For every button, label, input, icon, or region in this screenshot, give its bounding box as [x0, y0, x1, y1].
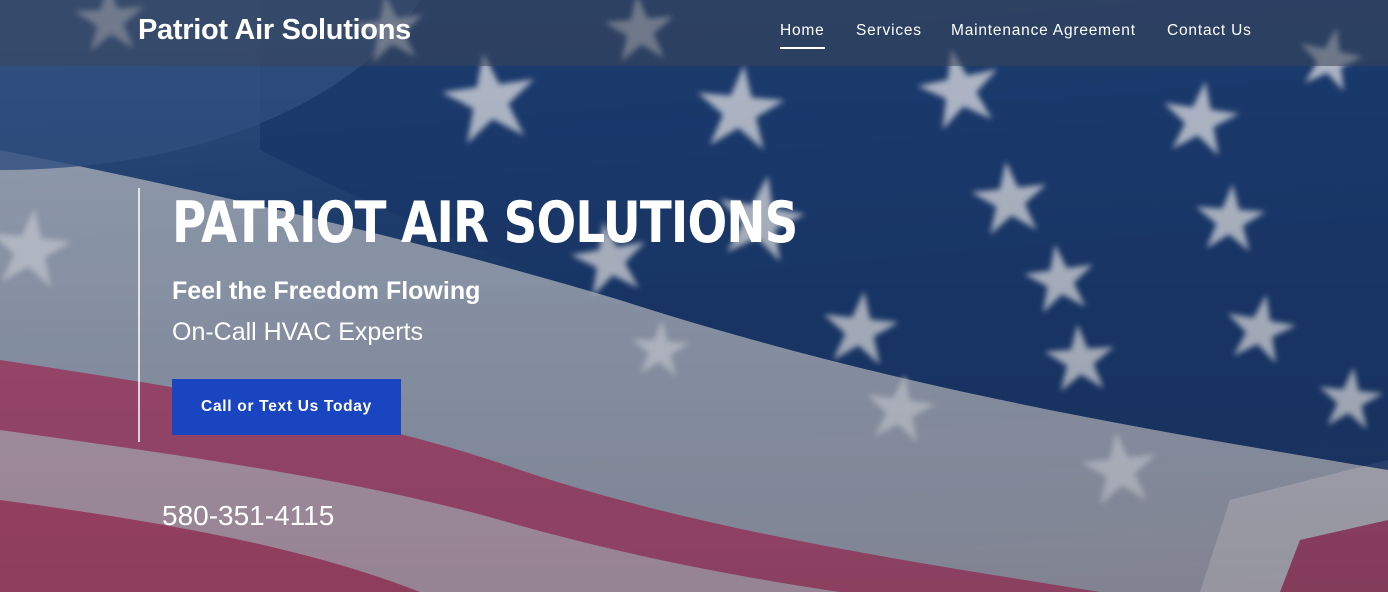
call-or-text-button[interactable]: Call or Text Us Today — [172, 379, 401, 435]
hero-title: PATRIOT AIR SOLUTIONS — [172, 190, 798, 256]
hero-divider-line — [138, 188, 140, 442]
nav-link-maintenance-agreement[interactable]: Maintenance Agreement — [951, 22, 1136, 40]
nav-link-home[interactable]: Home — [780, 22, 825, 49]
nav-link-contact-us[interactable]: Contact Us — [1167, 22, 1252, 40]
phone-number-link[interactable]: 580-351-4115 — [162, 500, 334, 532]
hero-tagline: Feel the Freedom Flowing — [172, 277, 481, 305]
site-header: Patriot Air Solutions Home Services Main… — [0, 0, 1388, 66]
site-logo[interactable]: Patriot Air Solutions — [138, 14, 411, 47]
nav-link-services[interactable]: Services — [856, 22, 922, 40]
hero-subtitle: On-Call HVAC Experts — [172, 318, 423, 346]
